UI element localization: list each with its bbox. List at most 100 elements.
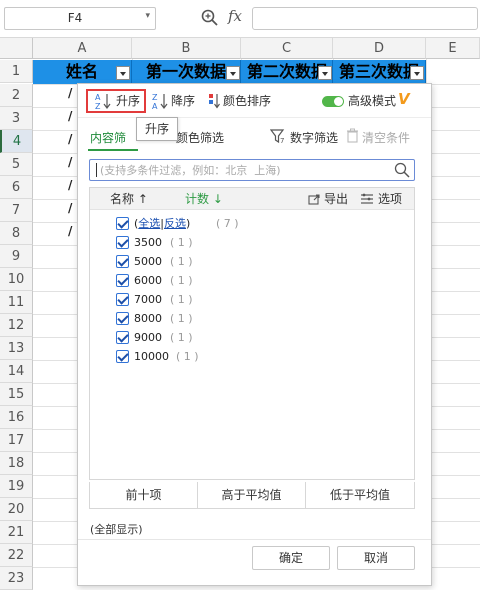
svg-text:7: 7 xyxy=(280,137,284,144)
row-header-active[interactable]: 4 xyxy=(0,130,33,153)
checkbox-checked-icon[interactable] xyxy=(116,350,129,363)
column-header-d[interactable]: D xyxy=(333,38,426,59)
item-value: 10000 xyxy=(134,350,169,363)
search-icon[interactable] xyxy=(394,162,410,178)
filter-dropdown-button[interactable] xyxy=(226,66,240,80)
svg-text:A: A xyxy=(152,102,158,110)
vip-badge-icon[interactable]: V xyxy=(398,90,410,108)
search-input[interactable] xyxy=(100,161,390,179)
filter-panel: A Z 升序 Z A 降序 颜色排序 高级模式 V 升序 内容筛 颜色筛选 7 … xyxy=(77,83,432,586)
name-box[interactable]: F4 ▾ xyxy=(4,7,156,30)
ok-button[interactable]: 确定 xyxy=(252,546,330,570)
row-header[interactable]: 2 xyxy=(0,84,33,107)
row-header[interactable]: 21 xyxy=(0,521,33,544)
row-header[interactable]: 7 xyxy=(0,199,33,222)
list-item[interactable]: 5000 ( 1 ) xyxy=(116,254,246,270)
sort-descending-icon: Z A xyxy=(152,93,168,110)
row-header[interactable]: 9 xyxy=(0,245,33,268)
row-header[interactable]: 1 xyxy=(0,60,33,83)
sort-descending-button[interactable]: Z A 降序 xyxy=(151,89,195,113)
column-header-b[interactable]: B xyxy=(132,38,241,59)
row-header[interactable]: 11 xyxy=(0,291,33,314)
row-header[interactable]: 23 xyxy=(0,567,33,590)
above-average-button[interactable]: 高于平均值 xyxy=(198,482,306,508)
export-button[interactable]: 导出 xyxy=(308,188,348,210)
list-item[interactable]: 9000 ( 1 ) xyxy=(116,330,246,346)
invert-selection-link[interactable]: 反选 xyxy=(164,217,186,230)
filter-dropdown-button[interactable] xyxy=(410,66,424,80)
list-item[interactable]: 3500 ( 1 ) xyxy=(116,235,246,251)
clear-condition-button[interactable]: 清空条件 xyxy=(346,128,410,146)
color-sort-icon xyxy=(209,94,220,109)
column-header-c[interactable]: C xyxy=(241,38,333,59)
value-list: 名称 ↑ 计数 ↓ 导出 选项 (全选|反选) (7) 3500 (1)… xyxy=(89,187,415,480)
row-header[interactable]: 8 xyxy=(0,222,33,245)
fx-icon[interactable]: fx xyxy=(228,7,242,25)
item-value: 5000 xyxy=(134,255,162,268)
row-header[interactable]: 10 xyxy=(0,268,33,291)
tooltip: 升序 xyxy=(136,117,178,141)
tab-color-filter[interactable]: 颜色筛选 xyxy=(176,129,224,146)
toggle-switch-icon[interactable] xyxy=(322,96,344,107)
row-header[interactable]: 18 xyxy=(0,452,33,475)
filter-tabs: 内容筛 颜色筛选 7 数字筛选 清空条件 xyxy=(78,124,431,151)
row-header[interactable]: 13 xyxy=(0,337,33,360)
sort-by-name-button[interactable]: 名称 ↑ xyxy=(110,188,148,210)
row-header[interactable]: 14 xyxy=(0,360,33,383)
list-item[interactable]: 8000 ( 1 ) xyxy=(116,311,246,327)
list-item[interactable]: 7000 ( 1 ) xyxy=(116,292,246,308)
row-header[interactable]: 17 xyxy=(0,429,33,452)
below-average-button[interactable]: 低于平均值 xyxy=(306,482,414,508)
item-count: ( 1 ) xyxy=(170,293,193,306)
options-button[interactable]: 选项 xyxy=(360,188,402,210)
advanced-mode-toggle[interactable]: 高级模式 xyxy=(322,89,396,113)
row-header[interactable]: 6 xyxy=(0,176,33,199)
chevron-down-icon[interactable]: ▾ xyxy=(145,11,150,21)
select-all-corner[interactable] xyxy=(0,38,33,59)
checkbox-checked-icon[interactable] xyxy=(116,255,129,268)
checkbox-checked-icon[interactable] xyxy=(116,312,129,325)
checkbox-checked-icon[interactable] xyxy=(116,293,129,306)
zoom-icon[interactable] xyxy=(200,8,220,28)
list-item[interactable]: 10000 ( 1 ) xyxy=(116,349,246,365)
show-all-label[interactable]: (全部显示) xyxy=(90,521,143,537)
top-ten-button[interactable]: 前十项 xyxy=(90,482,198,508)
search-box[interactable] xyxy=(89,159,415,181)
color-sort-label: 颜色排序 xyxy=(223,94,272,108)
formula-input[interactable] xyxy=(252,7,478,30)
arrow-down-icon: ↓ xyxy=(212,192,223,206)
tab-content-filter[interactable]: 内容筛 xyxy=(90,129,126,146)
row-header[interactable]: 5 xyxy=(0,153,33,176)
item-count: ( 1 ) xyxy=(170,274,193,287)
row-header[interactable]: 3 xyxy=(0,107,33,130)
trash-icon xyxy=(347,128,358,143)
sort-by-count-button[interactable]: 计数 ↓ xyxy=(185,188,223,210)
cancel-button[interactable]: 取消 xyxy=(337,546,415,570)
item-value: 7000 xyxy=(134,293,162,306)
row-header[interactable]: 20 xyxy=(0,498,33,521)
row-header[interactable]: 22 xyxy=(0,544,33,567)
paren: ) xyxy=(186,217,191,230)
filter-dropdown-button[interactable] xyxy=(116,66,130,80)
row-header[interactable]: 15 xyxy=(0,383,33,406)
column-header-e[interactable]: E xyxy=(426,38,480,59)
checkbox-checked-icon[interactable] xyxy=(116,217,129,230)
row-header[interactable]: 19 xyxy=(0,475,33,498)
header-cell-first[interactable]: 第一次数据 xyxy=(132,60,241,84)
sort-ascending-button[interactable]: A Z 升序 xyxy=(86,89,146,113)
row-header[interactable]: 16 xyxy=(0,406,33,429)
color-sort-button[interactable]: 颜色排序 xyxy=(208,89,271,113)
sort-ascending-icon: A Z xyxy=(95,93,111,110)
number-filter-button[interactable]: 7 数字筛选 xyxy=(270,129,338,146)
list-item[interactable]: 6000 ( 1 ) xyxy=(116,273,246,289)
column-header-a[interactable]: A xyxy=(33,38,132,59)
row-header[interactable]: 12 xyxy=(0,314,33,337)
checkbox-checked-icon[interactable] xyxy=(116,331,129,344)
select-all-link[interactable]: 全选 xyxy=(138,217,160,230)
item-value: 3500 xyxy=(134,236,162,249)
item-count: ( 1 ) xyxy=(176,350,199,363)
list-item-select-all[interactable]: (全选|反选) ( 7 ) xyxy=(116,216,286,232)
checkbox-checked-icon[interactable] xyxy=(116,274,129,287)
filter-dropdown-button[interactable] xyxy=(318,66,332,80)
checkbox-checked-icon[interactable] xyxy=(116,236,129,249)
